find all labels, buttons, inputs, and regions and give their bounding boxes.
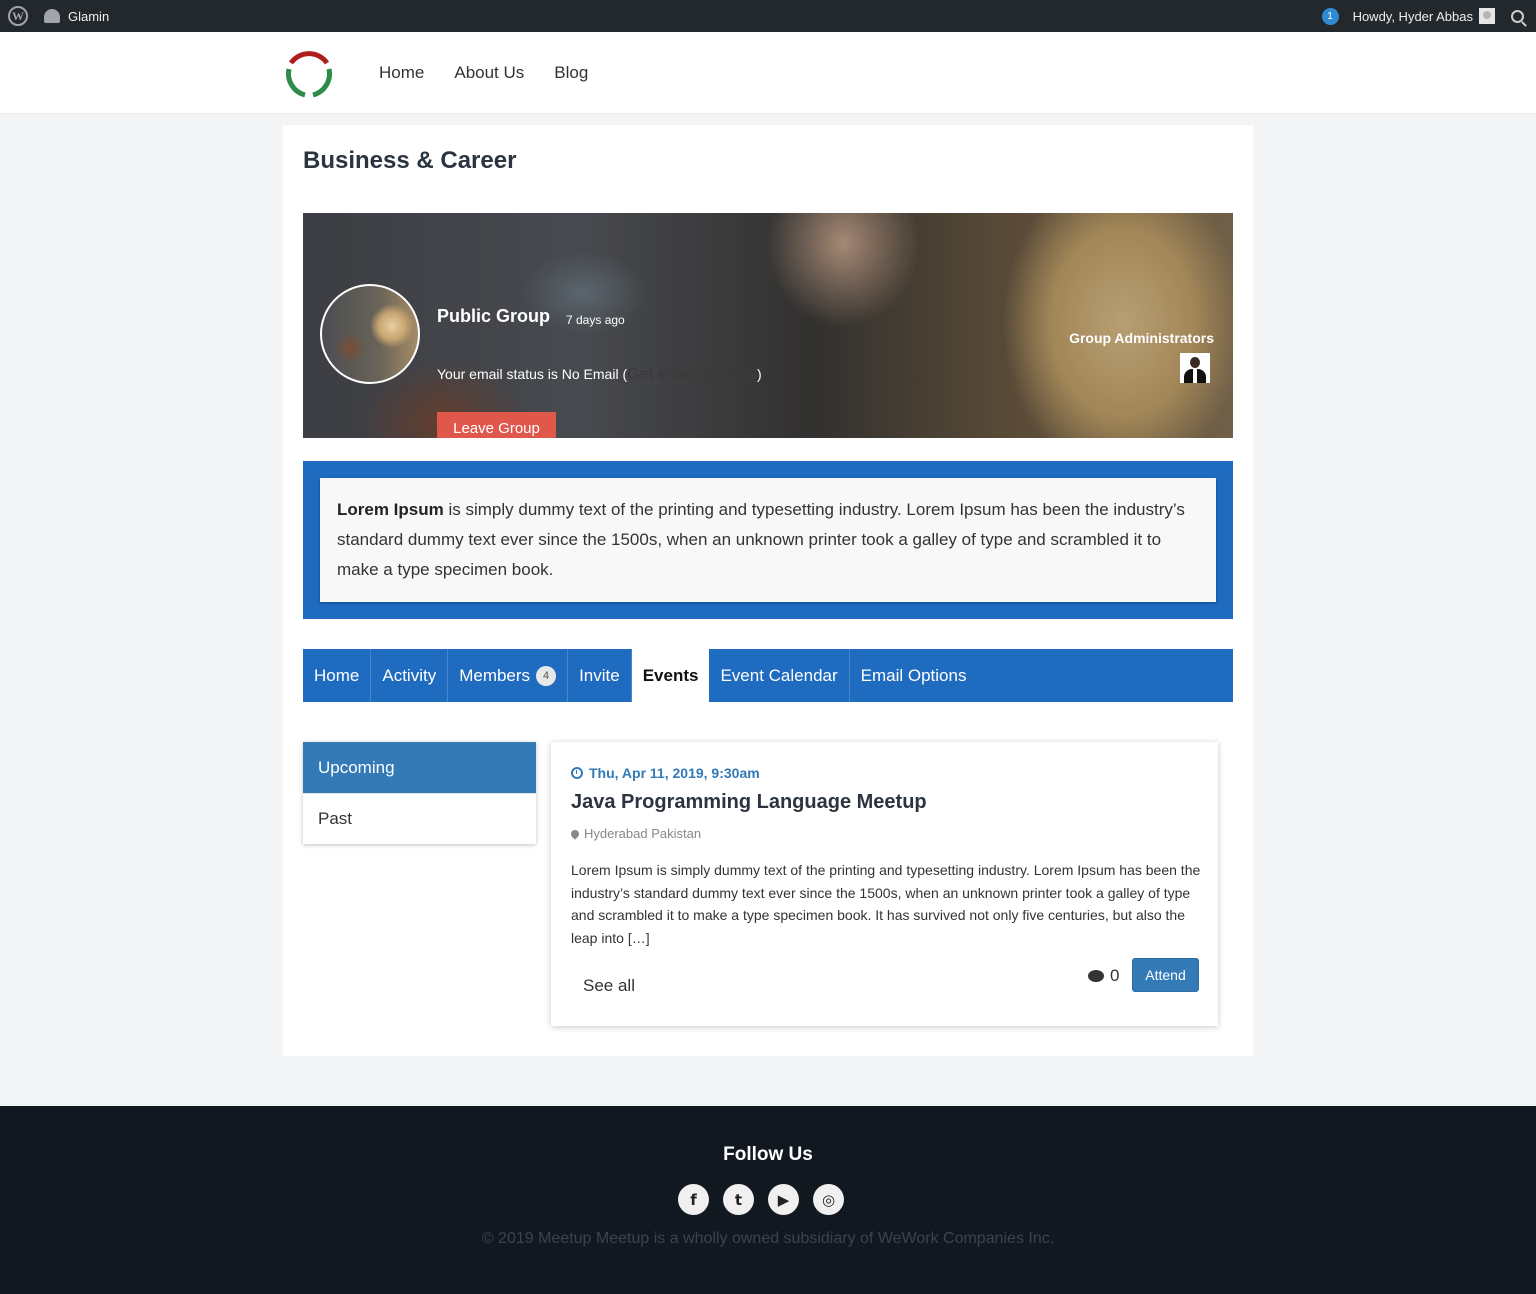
- group-tabs: Home Activity Members 4 Invite Events Eve…: [303, 649, 1233, 702]
- tab-event-calendar-label: Event Calendar: [720, 665, 838, 685]
- events-filter: Upcoming Past: [303, 742, 536, 844]
- tab-members-label: Members: [459, 665, 531, 685]
- group-type: Public Group: [437, 306, 551, 326]
- copyright-text: © 2019 Meetup Meetup is a wholly owned s…: [481, 1230, 1055, 1247]
- search-icon[interactable]: [1511, 9, 1524, 23]
- user-avatar-icon[interactable]: [1479, 8, 1495, 24]
- notification-badge[interactable]: 1: [1321, 7, 1339, 25]
- see-all-link[interactable]: See all: [583, 976, 635, 996]
- admin-bar: W Glamin 1 Howdy, Hyder Abbas: [0, 0, 1536, 32]
- twitter-icon[interactable]: t: [723, 1184, 754, 1215]
- comment-count[interactable]: 0: [1088, 966, 1119, 986]
- map-marker-icon: [569, 827, 581, 840]
- email-status-text: Your email status is No Email (: [437, 366, 628, 382]
- howdy-user[interactable]: Howdy, Hyder Abbas: [1353, 9, 1473, 24]
- event-excerpt: Lorem Ipsum is simply dummy text of the …: [571, 862, 1201, 946]
- group-description: Lorem Ipsum is simply dummy text of the …: [320, 478, 1216, 602]
- email-status: Your email status is No Email (Get email…: [437, 366, 762, 384]
- admin-bar-site-name[interactable]: Glamin: [68, 9, 109, 24]
- attend-button[interactable]: Attend: [1132, 958, 1199, 992]
- main-nav: Home About Us Blog: [379, 32, 588, 114]
- tab-email-options[interactable]: Email Options: [850, 649, 978, 702]
- social-links: f t ▶ ◎: [678, 1184, 844, 1215]
- group-admins-label: Group Administrators: [1069, 330, 1214, 346]
- tab-home-label: Home: [314, 665, 360, 685]
- filter-upcoming[interactable]: Upcoming: [303, 742, 536, 793]
- group-cover-image: Public Group 7 days ago Your email statu…: [303, 213, 1233, 438]
- content-card: Business & Career Public Group 7 days ag…: [283, 125, 1253, 1056]
- instagram-icon[interactable]: ◎: [813, 1184, 844, 1215]
- follow-us-title: Follow Us: [723, 1144, 813, 1165]
- event-card: Thu, Apr 11, 2019, 9:30am Java Programmi…: [551, 742, 1218, 1026]
- admin-bar-right: 1 Howdy, Hyder Abbas: [1321, 0, 1528, 32]
- comment-count-value: 0: [1110, 966, 1120, 985]
- dashboard-icon[interactable]: [44, 9, 60, 23]
- members-count-badge: 4: [536, 665, 557, 686]
- tab-activity-label: Activity: [382, 665, 437, 685]
- nav-blog[interactable]: Blog: [554, 63, 588, 83]
- nav-home[interactable]: Home: [379, 63, 424, 83]
- tab-invite-label: Invite: [579, 665, 620, 685]
- admin-avatar-shirt: [1193, 369, 1197, 383]
- admin-avatar[interactable]: [1180, 353, 1210, 383]
- group-avatar[interactable]: [320, 284, 420, 384]
- tab-invite[interactable]: Invite: [568, 649, 632, 702]
- tab-events[interactable]: Events: [631, 649, 710, 702]
- group-last-active: 7 days ago: [566, 313, 625, 327]
- nav-about-us[interactable]: About Us: [454, 63, 524, 83]
- comments-icon: [1088, 970, 1104, 982]
- wordpress-icon[interactable]: W: [8, 6, 28, 26]
- clock-icon: [571, 767, 583, 779]
- admin-avatar-head: [1190, 357, 1200, 368]
- event-location-text: Hyderabad Pakistan: [584, 826, 702, 841]
- get-email-updates-link[interactable]: Get email updates: [627, 366, 757, 383]
- filter-past[interactable]: Past: [303, 793, 536, 844]
- tab-home[interactable]: Home: [303, 649, 372, 702]
- admin-bar-left: W Glamin: [8, 0, 109, 32]
- tab-activity[interactable]: Activity: [371, 649, 449, 702]
- leave-group-button[interactable]: Leave Group: [437, 412, 556, 438]
- youtube-icon[interactable]: ▶: [768, 1184, 799, 1215]
- tab-events-label: Events: [642, 665, 699, 685]
- facebook-icon[interactable]: f: [678, 1184, 709, 1215]
- page-title: Business & Career: [303, 147, 517, 174]
- description-bold: Lorem Ipsum: [337, 500, 444, 519]
- site-header: Home About Us Blog: [0, 32, 1536, 114]
- event-location: Hyderabad Pakistan: [569, 826, 702, 841]
- event-date: Thu, Apr 11, 2019, 9:30am: [571, 765, 760, 781]
- tab-email-options-label: Email Options: [860, 665, 967, 685]
- event-title[interactable]: Java Programming Language Meetup: [571, 791, 927, 814]
- event-date-text: Thu, Apr 11, 2019, 9:30am: [589, 765, 760, 781]
- site-logo[interactable]: [283, 47, 335, 99]
- email-status-close: ): [756, 366, 762, 382]
- tab-members[interactable]: Members 4: [448, 649, 569, 702]
- tab-event-calendar[interactable]: Event Calendar: [709, 649, 850, 702]
- site-footer: Follow Us f t ▶ ◎ © 2019 Meetup Meetup i…: [0, 1106, 1536, 1294]
- group-description-box: Lorem Ipsum is simply dummy text of the …: [303, 461, 1233, 619]
- description-text: is simply dummy text of the printing and…: [337, 500, 1185, 579]
